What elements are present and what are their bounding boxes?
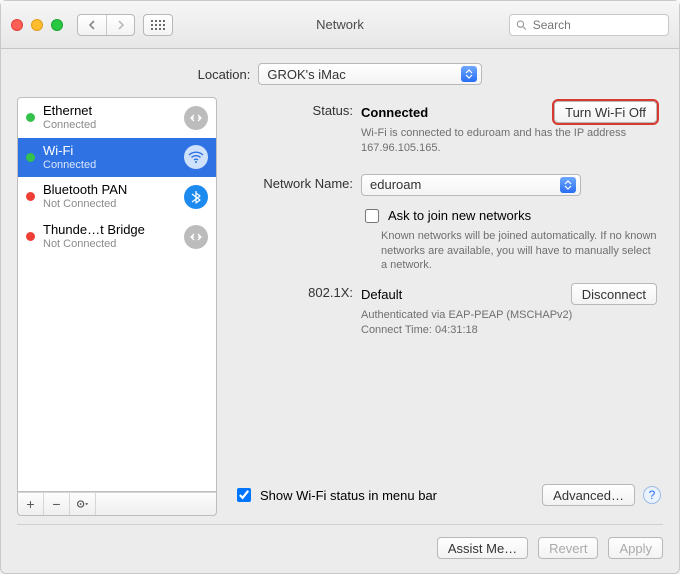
network-prefs-window: Network Location: GROK's iMac Ethernet	[0, 0, 680, 574]
status-dot-icon	[26, 153, 35, 162]
interface-sidebar: Ethernet Connected Wi-Fi Connected	[17, 97, 217, 516]
network-name-value: eduroam	[370, 177, 554, 192]
dot1x-label: 802.1X:	[231, 283, 361, 300]
search-field[interactable]	[509, 14, 669, 36]
interface-actions-button[interactable]	[70, 493, 96, 515]
dot1x-time-description: Connect Time: 04:31:18	[361, 323, 641, 338]
search-input[interactable]	[531, 17, 662, 33]
location-select[interactable]: GROK's iMac	[258, 63, 482, 85]
interface-status: Not Connected	[43, 238, 176, 251]
gear-icon	[76, 498, 89, 510]
apply-button[interactable]: Apply	[608, 537, 663, 559]
zoom-button[interactable]	[51, 19, 63, 31]
detail-panel: Status: Connected Turn Wi-Fi Off Wi-Fi i…	[231, 97, 663, 516]
interface-status: Connected	[43, 119, 176, 132]
ask-to-join-label: Ask to join new networks	[388, 208, 531, 223]
ask-to-join-description: Known networks will be joined automatica…	[381, 229, 657, 274]
status-value: Connected	[361, 105, 428, 120]
nav-back-forward	[77, 14, 135, 36]
chevron-updown-icon	[461, 66, 477, 82]
advanced-button[interactable]: Advanced…	[542, 484, 635, 506]
status-label: Status:	[231, 101, 361, 118]
back-button[interactable]	[78, 15, 106, 35]
location-value: GROK's iMac	[267, 67, 455, 82]
wifi-icon	[184, 145, 208, 169]
sidebar-item-thunderbolt[interactable]: Thunde…t Bridge Not Connected	[18, 217, 216, 257]
forward-button[interactable]	[106, 15, 134, 35]
ask-to-join-input[interactable]	[365, 209, 379, 223]
add-interface-button[interactable]: +	[18, 493, 44, 515]
show-in-menubar-input[interactable]	[237, 488, 251, 502]
show-in-menubar-checkbox[interactable]: Show Wi-Fi status in menu bar	[233, 485, 437, 505]
turn-wifi-off-button[interactable]: Turn Wi-Fi Off	[554, 101, 657, 123]
interface-name: Thunde…t Bridge	[43, 223, 176, 238]
sidebar-item-bluetooth[interactable]: Bluetooth PAN Not Connected	[18, 177, 216, 217]
search-icon	[516, 19, 527, 31]
interface-list: Ethernet Connected Wi-Fi Connected	[17, 97, 217, 492]
ask-to-join-checkbox[interactable]: Ask to join new networks	[361, 206, 657, 226]
window-controls	[11, 19, 63, 31]
disconnect-button[interactable]: Disconnect	[571, 283, 657, 305]
status-dot-icon	[26, 192, 35, 201]
assist-me-button[interactable]: Assist Me…	[437, 537, 528, 559]
status-dot-icon	[26, 232, 35, 241]
show-all-button[interactable]	[143, 14, 173, 36]
window-footer-buttons: Assist Me… Revert Apply	[1, 525, 679, 573]
status-description: Wi-Fi is connected to eduroam and has th…	[361, 126, 641, 156]
dot1x-auth-description: Authenticated via EAP-PEAP (MSCHAPv2)	[361, 308, 641, 323]
ethernet-icon	[184, 106, 208, 130]
sidebar-item-wifi[interactable]: Wi-Fi Connected	[18, 138, 216, 178]
thunderbolt-icon	[184, 225, 208, 249]
close-button[interactable]	[11, 19, 23, 31]
help-button[interactable]: ?	[643, 486, 661, 504]
dot1x-value: Default	[361, 287, 402, 302]
sidebar-toolbar: + −	[17, 492, 217, 516]
chevron-updown-icon	[560, 177, 576, 193]
revert-button[interactable]: Revert	[538, 537, 598, 559]
network-name-label: Network Name:	[231, 174, 361, 191]
interface-status: Connected	[43, 159, 176, 172]
network-name-select[interactable]: eduroam	[361, 174, 581, 196]
interface-name: Wi-Fi	[43, 144, 176, 159]
bluetooth-icon	[184, 185, 208, 209]
location-row: Location: GROK's iMac	[1, 49, 679, 97]
interface-status: Not Connected	[43, 198, 176, 211]
status-dot-icon	[26, 113, 35, 122]
interface-name: Bluetooth PAN	[43, 183, 176, 198]
titlebar: Network	[1, 1, 679, 49]
interface-name: Ethernet	[43, 104, 176, 119]
minimize-button[interactable]	[31, 19, 43, 31]
sidebar-item-ethernet[interactable]: Ethernet Connected	[18, 98, 216, 138]
remove-interface-button[interactable]: −	[44, 493, 70, 515]
location-label: Location:	[198, 67, 251, 82]
panel-footer: Show Wi-Fi status in menu bar Advanced… …	[231, 478, 663, 516]
show-in-menubar-label: Show Wi-Fi status in menu bar	[260, 488, 437, 503]
content-area: Ethernet Connected Wi-Fi Connected	[1, 97, 679, 524]
